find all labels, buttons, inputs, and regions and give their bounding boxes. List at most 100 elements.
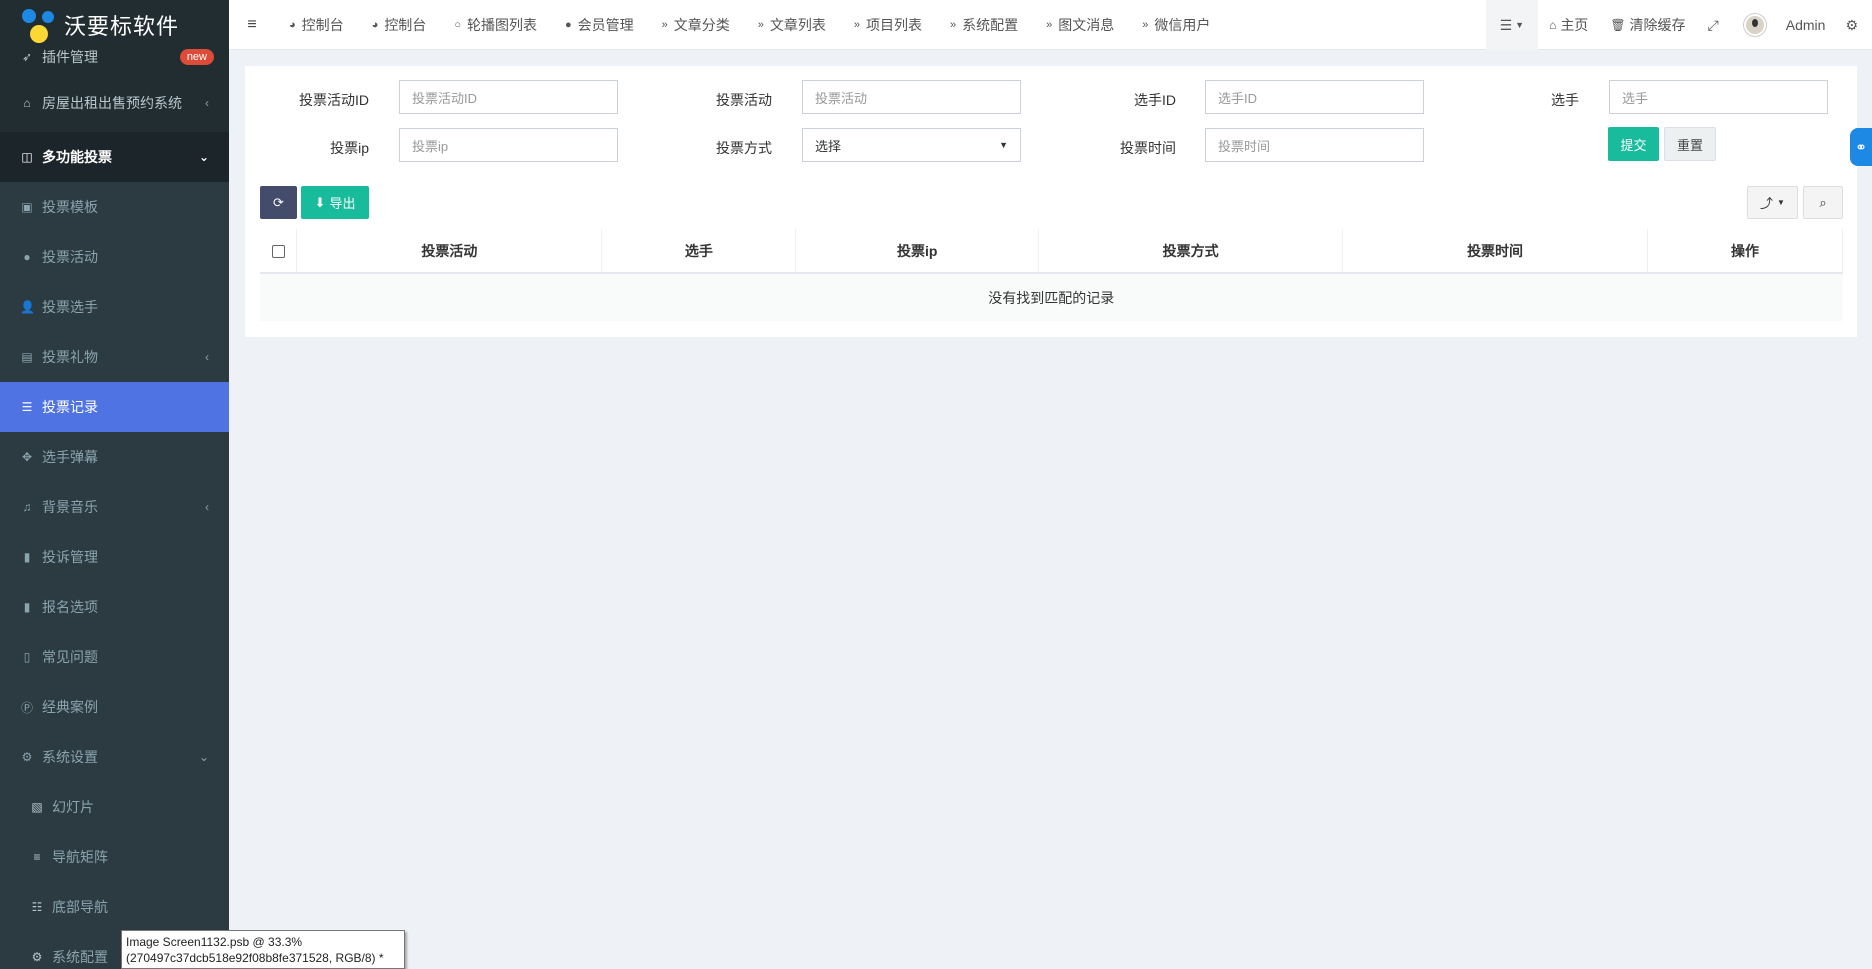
image-icon: ▧ — [31, 800, 43, 814]
sidebar-item-label: 报名选项 — [42, 599, 98, 615]
sidebar-item-label: 投票礼物 — [42, 349, 98, 365]
clear-cache-button[interactable]: 🗑 清除缓存 — [1599, 0, 1696, 50]
vote-method-select[interactable]: 选择 ▼ — [802, 128, 1021, 162]
content-panel: 投票活动ID 投票活动ID 投票活动 投票活动 选手ID 选手ID 选手 选手 … — [245, 66, 1857, 337]
refresh-button[interactable]: ⟳ — [260, 186, 297, 219]
user-icon: ● — [564, 18, 572, 31]
avatar — [1743, 14, 1766, 36]
activity-input[interactable]: 投票活动 — [802, 80, 1021, 114]
tab-label: 图文消息 — [1058, 16, 1115, 33]
sidebar-item-label: 插件管理 — [42, 49, 98, 65]
sidebar-item-nav-matrix[interactable]: ≡ 导航矩阵 — [0, 832, 229, 882]
reset-button[interactable]: 重置 — [1664, 127, 1716, 161]
sidebar-item-label: 底部导航 — [52, 899, 108, 915]
tab-system-config[interactable]: » 系统配置 — [936, 0, 1032, 50]
user-menu[interactable]: Admin — [1730, 0, 1846, 50]
tab-label: 文章分类 — [673, 16, 730, 33]
empty-message: 没有找到匹配的记录 — [260, 273, 1843, 321]
camera-icon: ▣ — [21, 200, 33, 214]
tab-article-category[interactable]: » 文章分类 — [648, 0, 744, 50]
rocket-icon: ➶ — [21, 50, 33, 64]
sidebar-item-vote-record[interactable]: ☰ 投票记录 — [0, 382, 229, 432]
tab-wechat-users[interactable]: » 微信用户 — [1128, 0, 1224, 50]
sidebar-item-label: 房屋出租出售预约系统 — [42, 95, 182, 111]
chevron-left-icon: ‹ — [205, 350, 209, 364]
tab-dashboard[interactable]: ◕ 控制台 — [275, 0, 358, 50]
float-link-button[interactable]: ⚭ — [1850, 128, 1872, 166]
list-icon: ☰ — [1499, 16, 1513, 33]
sidebar-item-slides[interactable]: ▧ 幻灯片 — [0, 782, 229, 832]
player-id-input[interactable]: 选手ID — [1205, 80, 1424, 114]
dashboard-icon: ◕ — [289, 18, 296, 31]
export-button[interactable]: ⬇ 导出 — [301, 186, 369, 219]
vote-method-label: 投票方式 — [716, 140, 772, 156]
top-navbar: ≡ ◕ 控制台 ◕ 控制台 ○ 轮播图列表 ● 会员管理 » 文章分类 » 文章列表 » 项目… — [229, 0, 1872, 50]
sidebar-item-footer-nav[interactable]: ☷ 底部导航 — [0, 882, 229, 932]
tabs-menu-button[interactable]: ☰ ▼ — [1485, 0, 1539, 50]
sidebar-item-vote-player[interactable]: 👤 投票选手 — [0, 282, 229, 332]
file-word-icon: ▯ — [23, 650, 31, 664]
bookmark-icon: ▮ — [23, 550, 31, 564]
sidebar-item-faq[interactable]: ▯ 常见问题 — [0, 632, 229, 682]
column-header[interactable]: 操作 — [1647, 229, 1843, 274]
sidebar-item-music[interactable]: ♫ 背景音乐 ‹ — [0, 482, 229, 532]
angle-double-right-icon: » — [853, 18, 860, 31]
column-header[interactable]: 投票方式 — [1038, 229, 1344, 274]
sidebar-item-plugins[interactable]: ➶ 插件管理 new — [0, 40, 229, 74]
select-all-checkbox[interactable] — [271, 245, 285, 259]
tab-news-messages[interactable]: » 图文消息 — [1032, 0, 1128, 50]
vote-time-label: 投票时间 — [1120, 140, 1176, 156]
music-icon: ♫ — [22, 500, 32, 514]
sidebar-item-signup-options[interactable]: ▮ 报名选项 — [0, 582, 229, 632]
chevron-down-icon: ⌄ — [198, 150, 209, 164]
activity-id-label: 投票活动ID — [299, 92, 369, 108]
player-label: 选手 — [1551, 92, 1579, 108]
column-header[interactable]: 投票ip — [795, 229, 1040, 274]
tab-dashboard-2[interactable]: ◕ 控制台 — [358, 0, 441, 50]
tab-article-list[interactable]: » 文章列表 — [744, 0, 840, 50]
caret-down-icon: ▼ — [999, 140, 1008, 150]
export-format-dropdown[interactable]: ⤴ ▼ — [1747, 186, 1798, 219]
sidebar-item-system-settings[interactable]: ⚙ 系统设置 ⌄ — [0, 732, 229, 782]
vote-ip-input[interactable]: 投票ip — [399, 128, 618, 162]
player-input[interactable]: 选手 — [1609, 80, 1828, 114]
sidebar-item-cases[interactable]: Ⓟ 经典案例 — [0, 682, 229, 732]
sidebar-item-label: 投诉管理 — [42, 549, 98, 565]
sidebar-toggle-icon[interactable]: ≡ — [229, 16, 275, 34]
column-header[interactable]: 选手 — [601, 229, 797, 274]
sidebar-item-label: 投票选手 — [42, 299, 98, 315]
tab-members[interactable]: ● 会员管理 — [551, 0, 648, 50]
records-table: 投票活动 选手 投票ip 投票方式 投票时间 操作 没有找到匹配的记录 — [260, 229, 1843, 321]
tab-label: 微信用户 — [1154, 16, 1211, 33]
sidebar-item-vote-activity[interactable]: ● 投票活动 — [0, 232, 229, 282]
sidebar-item-vote-gift[interactable]: ▤ 投票礼物 ‹ — [0, 332, 229, 382]
home-icon: ⌂ — [1549, 18, 1557, 32]
fullscreen-button[interactable]: ⤢ — [1697, 0, 1730, 50]
top-right-actions: ☰ ▼ ⌂ 主页 🗑 清除缓存 ⤢ Admin ⚙ — [1485, 0, 1872, 50]
activity-id-input[interactable]: 投票活动ID — [399, 80, 618, 114]
sidebar-item-multi-vote[interactable]: ◫ 多功能投票 ⌄ — [0, 132, 229, 182]
settings-button[interactable]: ⚙ — [1845, 0, 1872, 50]
link-icon: ⚭ — [1855, 138, 1867, 155]
search-toggle-button[interactable]: ⌕ — [1803, 186, 1843, 219]
column-header[interactable]: 投票活动 — [296, 229, 603, 274]
sidebar-item-danmaku[interactable]: ✥ 选手弹幕 — [0, 432, 229, 482]
sidebar-item-rental-system[interactable]: ⌂ 房屋出租出售预约系统 ‹ — [0, 74, 229, 132]
tab-label: 项目列表 — [866, 16, 922, 33]
select-all-cell — [260, 229, 298, 274]
submit-button[interactable]: 提交 — [1608, 127, 1659, 161]
sidebar-item-vote-template[interactable]: ▣ 投票模板 — [0, 182, 229, 232]
sidebar-item-label: 选手弹幕 — [42, 449, 98, 465]
archive-icon: ▤ — [21, 350, 33, 364]
tab-project-list[interactable]: » 项目列表 — [840, 0, 936, 50]
download-icon: ⬇ — [314, 194, 326, 210]
product-hunt-icon: Ⓟ — [20, 700, 33, 715]
vote-time-input[interactable]: 投票时间 — [1205, 128, 1424, 162]
status-line-2: (270497c37dcb518e92f08b8fe371528, RGB/8)… — [126, 951, 384, 965]
home-link[interactable]: ⌂ 主页 — [1538, 0, 1599, 50]
column-header[interactable]: 投票时间 — [1342, 229, 1649, 274]
tab-carousel-list[interactable]: ○ 轮播图列表 — [440, 0, 551, 50]
sidebar-item-complaints[interactable]: ▮ 投诉管理 — [0, 532, 229, 582]
sidebar-item-label: 幻灯片 — [52, 799, 94, 815]
tab-label: 系统配置 — [962, 16, 1019, 33]
